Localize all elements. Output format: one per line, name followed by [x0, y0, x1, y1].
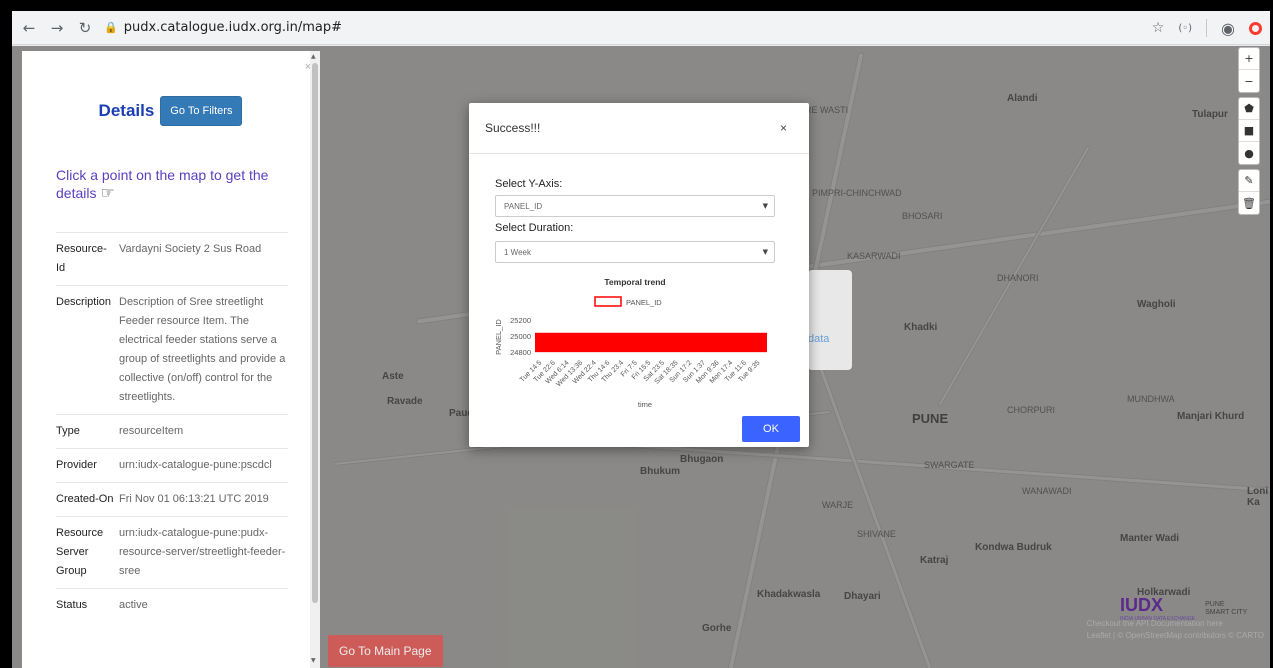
- go-to-filters-button[interactable]: Go To Filters: [160, 96, 243, 126]
- y-axis-label: Select Y-Axis:: [495, 178, 563, 190]
- draw-rectangle-icon[interactable]: ■: [1239, 120, 1259, 142]
- detail-value: Description of Sree streetlight Feeder r…: [119, 285, 288, 415]
- modal-divider: [469, 153, 809, 154]
- y-axis-title: PANEL_ID: [495, 319, 503, 355]
- resource-details-table: Resource-Id Vardayni Society 2 Sus Road De…: [56, 232, 288, 622]
- popup-link: data: [808, 333, 830, 345]
- pune-logo-line2: SMART CITY: [1205, 608, 1248, 616]
- y-tick-label: 24800: [510, 348, 531, 357]
- success-modal: Success!!! × Select Y-Axis: PANEL_ID ▼ S…: [469, 103, 809, 447]
- duration-select-value: 1 Week: [504, 247, 531, 257]
- detail-value: resourceItem: [119, 414, 288, 449]
- edit-toolbar: ✎ 🗑: [1238, 169, 1260, 215]
- legend-label: PANEL_ID: [626, 298, 662, 307]
- chart-title: Temporal trend: [604, 277, 665, 287]
- address-text: pudx.catalogue.iudx.org.in/map#: [123, 20, 343, 35]
- browser-toolbar: ← → ↻ 🔒 pudx.catalogue.iudx.org.in/map# …: [12, 11, 1270, 45]
- edit-layers-icon[interactable]: ✎: [1239, 170, 1259, 192]
- series-area: [535, 332, 767, 353]
- y-axis-select[interactable]: PANEL_ID ▼: [495, 195, 775, 217]
- detail-key: Provider: [56, 448, 119, 483]
- detail-row: Created-On Fri Nov 01 06:13:21 UTC 2019: [56, 482, 288, 517]
- detail-key: Resource-Id: [56, 232, 119, 286]
- scroll-down-icon[interactable]: ▼: [311, 657, 316, 664]
- draw-polygon-icon[interactable]: ⬟: [1239, 98, 1259, 120]
- browser-window: ← → ↻ 🔒 pudx.catalogue.iudx.org.in/map# …: [12, 11, 1270, 668]
- address-bar[interactable]: 🔒 pudx.catalogue.iudx.org.in/map#: [104, 20, 342, 35]
- delete-layers-icon[interactable]: 🗑: [1239, 192, 1259, 214]
- zoom-control: + −: [1238, 47, 1260, 93]
- y-tick-label: 25000: [510, 332, 531, 341]
- detail-key: Description: [56, 285, 119, 415]
- pune-logo-line1: PUNE: [1205, 600, 1225, 608]
- lock-icon: 🔒: [104, 21, 118, 34]
- draw-toolbar: ⬟ ■ ●: [1238, 97, 1260, 165]
- detail-key: Created-On: [56, 482, 119, 517]
- temporal-trend-chart: Temporal trend PANEL_ID PANEL_ID time 24…: [495, 277, 767, 409]
- detail-value: urn:iudx-catalogue-pune:pudx-resource-se…: [119, 516, 288, 589]
- panel-header: Details Go To Filters: [22, 96, 319, 126]
- detail-value: Vardayni Society 2 Sus Road: [119, 232, 288, 286]
- chevron-down-icon: ▼: [762, 248, 768, 256]
- detail-row: Resource Server Group urn:iudx-catalogue-…: [56, 516, 288, 589]
- legend-swatch: [594, 296, 622, 307]
- modal-close-icon[interactable]: ×: [780, 121, 787, 135]
- panel-title: Details: [98, 101, 155, 120]
- profile-icon[interactable]: ◉: [1221, 19, 1235, 38]
- opera-icon[interactable]: [1249, 21, 1262, 35]
- back-icon[interactable]: ←: [18, 17, 40, 39]
- map-attribution: Checkout the API Documentation here Leaf…: [1087, 619, 1264, 640]
- go-to-main-page-button[interactable]: Go To Main Page: [328, 635, 443, 667]
- duration-select[interactable]: 1 Week ▼: [495, 241, 775, 263]
- detail-row: Resource-Id Vardayni Society 2 Sus Road: [56, 232, 288, 286]
- forward-icon[interactable]: →: [46, 17, 68, 39]
- pointing-hand-icon: ☞: [100, 183, 115, 202]
- panel-scrollbar[interactable]: ▲ ▼: [310, 51, 320, 668]
- iudx-logo: IUDX INDIA URBAN DATA EXCHANGE: [1120, 595, 1195, 622]
- detail-value: active: [119, 588, 288, 622]
- partner-logos: IUDX INDIA URBAN DATA EXCHANGE PUNE SMAR…: [1120, 595, 1247, 622]
- scroll-up-icon[interactable]: ▲: [311, 53, 316, 60]
- map-hint: Click a point on the map to get the deta…: [56, 166, 286, 202]
- detail-row: Description Description of Sree streetlig…: [56, 285, 288, 415]
- zoom-out-icon[interactable]: −: [1239, 70, 1259, 92]
- api-doc-link[interactable]: Checkout the API Documentation here: [1087, 619, 1264, 628]
- detail-value: urn:iudx-catalogue-pune:pscdcl: [119, 448, 288, 483]
- ok-button[interactable]: OK: [742, 416, 800, 442]
- draw-circle-icon[interactable]: ●: [1239, 142, 1259, 164]
- chevron-down-icon: ▼: [762, 202, 768, 210]
- detail-row: Provider urn:iudx-catalogue-pune:pscdcl: [56, 448, 288, 483]
- toolbar-divider: [1206, 19, 1208, 37]
- details-panel: × Details Go To Filters Click a point on…: [22, 51, 320, 668]
- browser-actions: ☆ (◦) ◉: [1152, 11, 1262, 45]
- detail-row: Type resourceItem: [56, 414, 288, 449]
- x-axis-title: time: [638, 400, 652, 409]
- iudx-logo-text: IUDX: [1120, 595, 1164, 615]
- zoom-in-icon[interactable]: +: [1239, 48, 1259, 70]
- detail-key: Type: [56, 414, 119, 449]
- detail-key: Resource Server Group: [56, 516, 119, 589]
- detail-value: Fri Nov 01 06:13:21 UTC 2019: [119, 482, 288, 517]
- scrollbar-thumb[interactable]: [312, 63, 318, 603]
- detail-key: Status: [56, 588, 119, 622]
- extension-icon[interactable]: (◦): [1178, 23, 1192, 34]
- attribution-text[interactable]: Leaflet | © OpenStreetMap contributors ©…: [1087, 631, 1264, 640]
- reload-icon[interactable]: ↻: [74, 17, 96, 39]
- detail-row: Status active: [56, 588, 288, 622]
- pune-smart-city-logo: PUNE SMART CITY: [1205, 601, 1247, 617]
- y-tick-label: 25200: [510, 316, 531, 325]
- modal-title: Success!!!: [485, 121, 541, 135]
- background-popup: data: [808, 270, 852, 370]
- star-icon[interactable]: ☆: [1152, 20, 1165, 36]
- map-hint-text: Click a point on the map to get the deta…: [56, 167, 269, 201]
- y-axis-select-value: PANEL_ID: [504, 201, 543, 211]
- duration-label: Select Duration:: [495, 222, 574, 234]
